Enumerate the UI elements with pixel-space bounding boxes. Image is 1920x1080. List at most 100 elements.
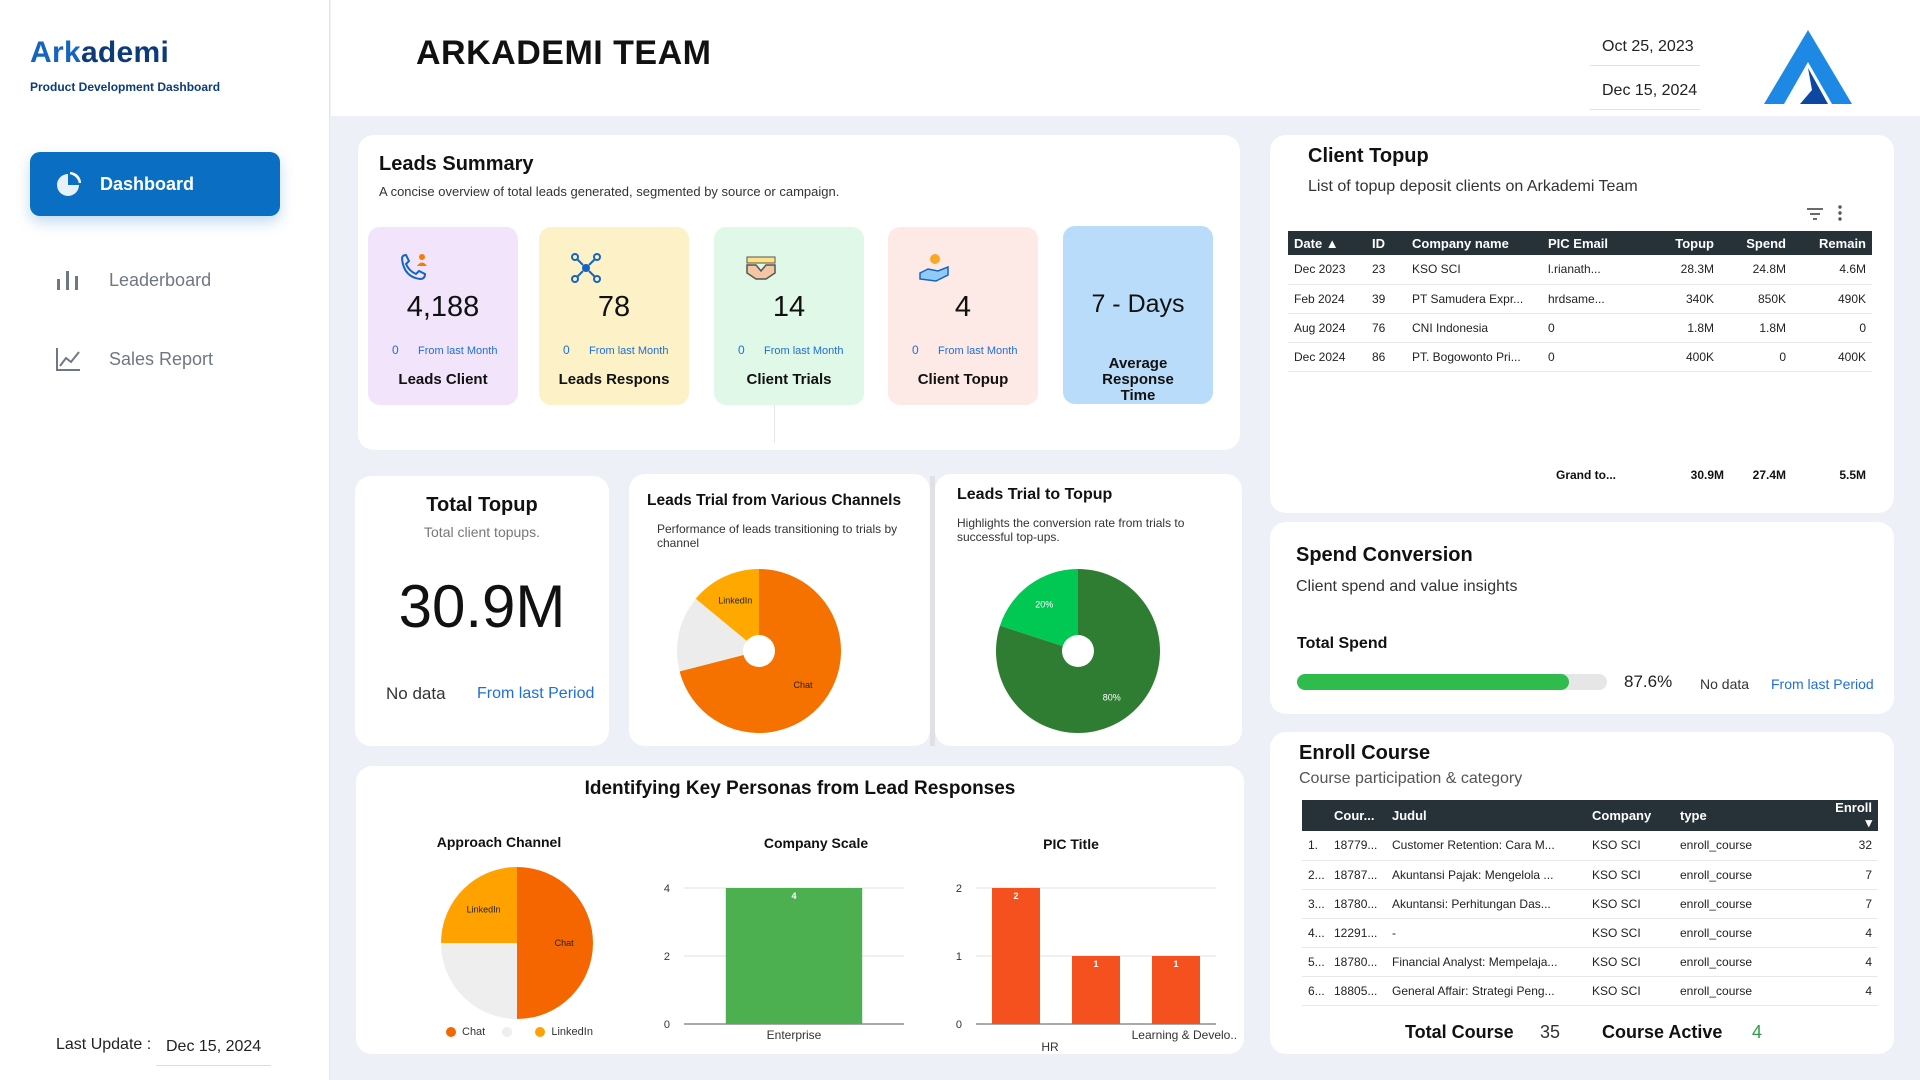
pie-slice[interactable] bbox=[441, 943, 517, 1019]
page-title: ARKADEMI TEAM bbox=[416, 34, 712, 72]
table-row[interactable]: Feb 2024 39 PT Samudera Expr... hrdsame... 3… bbox=[1288, 284, 1872, 314]
kpi-value: 78 bbox=[597, 291, 631, 323]
total-topup-title: Total Topup bbox=[426, 494, 538, 516]
bar[interactable] bbox=[725, 888, 863, 1024]
total-topup-value: 30.9M bbox=[398, 573, 566, 640]
total-course-value: 35 bbox=[1540, 1022, 1561, 1042]
spend-conversion-title: Spend Conversion bbox=[1296, 544, 1473, 566]
table-header-row: Cour... Judul Company type Enroll ▾ bbox=[1302, 800, 1878, 831]
kpi-average-response[interactable]: 7 - Days Average Response Time bbox=[1063, 226, 1213, 404]
date-range-end[interactable]: Dec 15, 2024 bbox=[1590, 74, 1700, 110]
table-row[interactable]: 1. 18779... Customer Retention: Cara M... K… bbox=[1302, 831, 1878, 861]
table-cell: Feb 2024 bbox=[1288, 284, 1366, 314]
leads-trial-title: Leads Trial from Various Channels bbox=[647, 492, 902, 509]
table-row[interactable]: 2... 18787... Akuntansi Pajak: Mengelola .… bbox=[1302, 860, 1878, 890]
last-update-value[interactable]: Dec 15, 2024 bbox=[156, 1028, 271, 1066]
column-header-company[interactable]: Company name bbox=[1406, 231, 1542, 255]
sidebar-item-sales-report[interactable]: Sales Report bbox=[55, 341, 305, 377]
y-tick-label: 2 bbox=[664, 951, 670, 963]
table-cell: Customer Retention: Cara M... bbox=[1386, 831, 1586, 861]
leads-summary-subtitle: A concise overview of total leads genera… bbox=[379, 184, 840, 199]
table-cell: 5... bbox=[1302, 947, 1328, 977]
trial-to-topup-title: Leads Trial to Topup bbox=[957, 486, 1113, 503]
total-spend-progress bbox=[1297, 674, 1607, 690]
total-topup-from-link[interactable]: From last Period bbox=[477, 685, 594, 703]
column-header-company[interactable]: Company bbox=[1586, 800, 1674, 831]
table-row[interactable]: Dec 2023 23 KSO SCI l.rianath... 28.3M 24.8M 4… bbox=[1288, 255, 1872, 285]
table-cell: 490K bbox=[1792, 284, 1872, 314]
table-cell: 400K bbox=[1792, 342, 1872, 372]
total-spend-progress-fill bbox=[1297, 674, 1569, 690]
table-cell: 4 bbox=[1820, 918, 1878, 948]
column-header-remain[interactable]: Remain bbox=[1792, 231, 1872, 255]
pie-slice-label: LinkedIn bbox=[467, 905, 501, 915]
y-tick-label: 0 bbox=[664, 1019, 670, 1031]
sidebar-item-leaderboard[interactable]: Leaderboard bbox=[55, 262, 305, 298]
column-header-id[interactable]: ID bbox=[1366, 231, 1406, 255]
legend-label: Chat bbox=[462, 1026, 486, 1038]
trial-to-topup-card: Leads Trial to Topup Highlights the conv… bbox=[935, 474, 1242, 746]
column-header-spend[interactable]: Spend bbox=[1720, 231, 1792, 255]
client-topup-card: Client Topup List of topup deposit clien… bbox=[1270, 135, 1894, 513]
bar-value-label: 4 bbox=[791, 891, 796, 901]
column-header-topup[interactable]: Topup bbox=[1638, 231, 1720, 255]
date-range-start[interactable]: Oct 25, 2023 bbox=[1590, 30, 1700, 66]
table-cell: KSO SCI bbox=[1586, 918, 1674, 948]
grand-total-label: Grand to... bbox=[1556, 468, 1616, 482]
kpi-delta-label: From last Month bbox=[764, 345, 844, 357]
table-row[interactable]: 4... 12291... - KSO SCI enroll_course 4 bbox=[1302, 918, 1878, 948]
kpi-leads-client[interactable]: 4,188 0 From last Month Leads Client bbox=[368, 227, 518, 405]
company-scale-chart[interactable]: 0 2 4 4 Enterprise bbox=[646, 866, 916, 1046]
column-header-pic-email[interactable]: PIC Email bbox=[1542, 231, 1638, 255]
table-cell: 76 bbox=[1366, 313, 1406, 343]
table-cell: KSO SCI bbox=[1586, 860, 1674, 890]
y-tick-label: 0 bbox=[956, 1019, 962, 1031]
column-header-date[interactable]: Date ▲ bbox=[1288, 231, 1366, 255]
sidebar-item-dashboard[interactable]: Dashboard bbox=[30, 152, 280, 216]
spend-no-data: No data bbox=[1700, 676, 1750, 692]
bar[interactable] bbox=[992, 888, 1040, 1024]
table-cell: 32 bbox=[1820, 831, 1878, 861]
total-topup-no-data: No data bbox=[386, 684, 446, 703]
table-cell: 23 bbox=[1366, 255, 1406, 285]
approach-channel-pie[interactable]: Chat LinkedIn bbox=[440, 866, 594, 1020]
pie-slice-label: LinkedIn bbox=[718, 596, 752, 606]
table-row[interactable]: 3... 18780... Akuntansi: Perhitungan Das..… bbox=[1302, 889, 1878, 919]
brand-logo[interactable]: Arkademi bbox=[30, 36, 169, 70]
spend-from-link[interactable]: From last Period bbox=[1771, 676, 1874, 692]
table-row[interactable]: Aug 2024 76 CNI Indonesia 0 1.8M 1.8M 0 bbox=[1288, 313, 1872, 343]
kpi-label: Average Response Time bbox=[1102, 355, 1174, 404]
trial-to-topup-pie[interactable]: 80% 20% bbox=[995, 568, 1161, 734]
leads-summary-title: Leads Summary bbox=[379, 153, 534, 175]
y-tick-label: 4 bbox=[664, 883, 670, 895]
filter-icon[interactable] bbox=[1806, 207, 1824, 221]
pic-title-chart[interactable]: 0 1 2 2 1 HR 1 Learning & Develo... bbox=[926, 866, 1236, 1051]
bar-value-label: 2 bbox=[1013, 891, 1018, 901]
company-scale-title: Company Scale bbox=[763, 835, 869, 851]
kpi-value: 4 bbox=[954, 291, 972, 323]
kpi-client-trials[interactable]: 14 0 From last Month Client Trials bbox=[714, 227, 864, 405]
x-category-label: Enterprise bbox=[767, 1028, 822, 1042]
more-options-icon[interactable] bbox=[1836, 205, 1844, 221]
kpi-label: Leads Respons bbox=[558, 371, 670, 388]
approach-channel-legend: Chat LinkedIn bbox=[446, 1026, 593, 1038]
table-row[interactable]: 5... 18780... Financial Analyst: Mempelaja… bbox=[1302, 947, 1878, 977]
leads-trial-subtitle: Performance of leads transitioning to tr… bbox=[657, 522, 898, 550]
table-row[interactable]: 6... 18805... General Affair: Strategi Pen… bbox=[1302, 976, 1878, 1006]
legend-dot bbox=[502, 1027, 513, 1038]
kpi-leads-respons[interactable]: 78 0 From last Month Leads Respons bbox=[539, 227, 689, 405]
kpi-client-topup[interactable]: 4 0 From last Month Client Topup bbox=[888, 227, 1038, 405]
column-header-type[interactable]: type bbox=[1674, 800, 1820, 831]
table-cell: Financial Analyst: Mempelaja... bbox=[1386, 947, 1586, 977]
column-header-course[interactable]: Cour... bbox=[1328, 800, 1386, 831]
column-header-enroll[interactable]: Enroll ▾ bbox=[1820, 800, 1878, 831]
pie-slice-label: 80% bbox=[1103, 692, 1121, 702]
table-cell: Akuntansi Pajak: Mengelola ... bbox=[1386, 860, 1586, 890]
table-cell: 18805... bbox=[1328, 976, 1386, 1006]
table-row[interactable]: Dec 2024 86 PT. Bogowonto Pri... 0 400K 0 400K bbox=[1288, 342, 1872, 372]
spend-conversion-card: Spend Conversion Client spend and value … bbox=[1270, 522, 1894, 714]
pie-chart-icon bbox=[57, 172, 81, 196]
column-header-judul[interactable]: Judul bbox=[1386, 800, 1586, 831]
table-cell: 4 bbox=[1820, 947, 1878, 977]
leads-trial-pie[interactable]: Chat LinkedIn bbox=[674, 566, 844, 736]
